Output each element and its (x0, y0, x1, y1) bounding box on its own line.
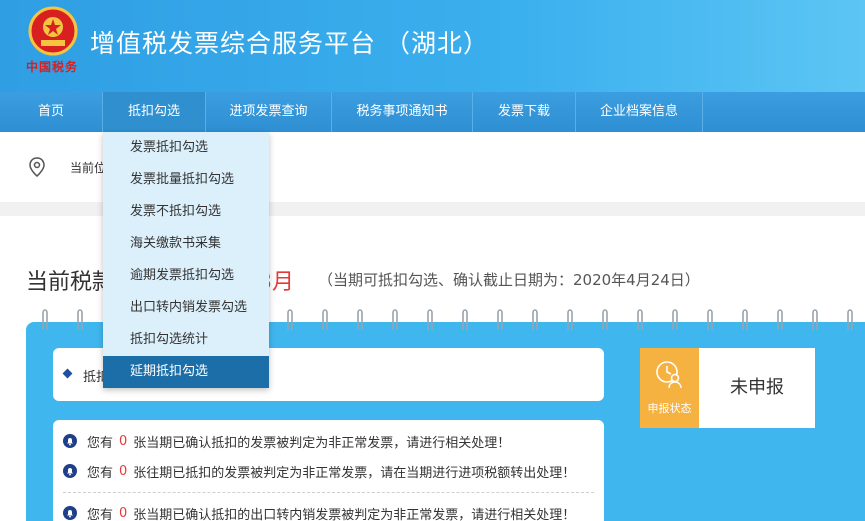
site-header: 中国税务 增值税发票综合服务平台 （湖北） (0, 0, 865, 92)
bell-icon (63, 434, 77, 448)
brand-seal: 中国税务 (26, 60, 79, 74)
nav-item-deduction-selection[interactable]: 抵扣勾选 (103, 92, 206, 132)
warning-list: 您有 0 张当期已确认抵扣的发票被判定为非正常发票，请进行相关处理！ 您有 0 … (53, 420, 604, 521)
binder-ring (567, 309, 573, 330)
binder-ring (322, 309, 328, 330)
status-badge: 申报状态 (640, 348, 699, 428)
warning-message: 张当期已确认抵扣的出口转内销发票被判定为非正常发票，请进行相关处理！ (133, 507, 576, 521)
binder-ring (602, 309, 608, 330)
divider (63, 492, 594, 493)
binder-ring (637, 309, 643, 330)
map-pin-icon (29, 157, 45, 177)
binder-ring (497, 309, 503, 330)
warning-prefix: 您有 (87, 465, 114, 481)
binder-ring (532, 309, 538, 330)
binder-ring (847, 309, 853, 330)
menu-item-batch-deduction[interactable]: 发票批量抵扣勾选 (103, 164, 269, 196)
declaration-status-card: 申报状态 未申报 (640, 348, 815, 428)
menu-item-deferred-deduction[interactable]: 延期抵扣勾选 (103, 356, 269, 388)
menu-item-non-deduction[interactable]: 发票不抵扣勾选 (103, 196, 269, 228)
binder-ring (357, 309, 363, 330)
binder-ring (462, 309, 468, 330)
binder-ring (77, 309, 83, 330)
user-clock-icon (656, 361, 682, 389)
binder-ring (777, 309, 783, 330)
warning-message: 张当期已确认抵扣的发票被判定为非正常发票，请进行相关处理！ (133, 435, 511, 451)
period-title: 当前税款 (26, 270, 115, 295)
breadcrumb-label: 当前位 (70, 161, 107, 175)
warning-message: 张往期已抵扣的发票被判定为非正常发票，请在当期进行进项税额转出处理！ (133, 465, 576, 481)
warning-prefix: 您有 (87, 435, 114, 451)
binder-ring (672, 309, 678, 330)
menu-item-overdue-deduction[interactable]: 逾期发票抵扣勾选 (103, 260, 269, 292)
warning-count: 0 (119, 433, 128, 449)
binder-ring (392, 309, 398, 330)
nav-item-invoice-download[interactable]: 发票下载 (473, 92, 576, 132)
national-tax-emblem-icon (28, 6, 78, 56)
deduction-dropdown-menu: 发票抵扣勾选 发票批量抵扣勾选 发票不抵扣勾选 海关缴款书采集 逾期发票抵扣勾选… (103, 132, 269, 388)
warning-item: 您有 0 张当期已确认抵扣的发票被判定为非正常发票，请进行相关处理！ (63, 430, 510, 452)
menu-item-deduction-statistics[interactable]: 抵扣勾选统计 (103, 324, 269, 356)
warning-count: 0 (119, 505, 128, 521)
binder-ring (812, 309, 818, 330)
warning-prefix: 您有 (87, 507, 114, 521)
binder-ring (287, 309, 293, 330)
warning-count: 0 (119, 463, 128, 479)
nav-item-company-profile[interactable]: 企业档案信息 (576, 92, 703, 132)
status-value: 未申报 (730, 377, 784, 398)
nav-item-tax-notices[interactable]: 税务事项通知书 (332, 92, 473, 132)
main-nav: 首页 抵扣勾选 进项发票查询 税务事项通知书 发票下载 企业档案信息 (0, 92, 865, 132)
bell-icon (63, 506, 77, 520)
status-label: 申报状态 (647, 402, 692, 415)
binder-ring (707, 309, 713, 330)
warning-item: 您有 0 张往期已抵扣的发票被判定为非正常发票，请在当期进行进项税额转出处理！ (63, 460, 575, 482)
warning-item: 您有 0 张当期已确认抵扣的出口转内销发票被判定为非正常发票，请进行相关处理！ (63, 502, 575, 521)
binder-ring (42, 309, 48, 330)
binder-ring (427, 309, 433, 330)
menu-item-invoice-deduction[interactable]: 发票抵扣勾选 (103, 132, 269, 164)
nav-item-home[interactable]: 首页 (0, 92, 103, 132)
menu-item-customs-collection[interactable]: 海关缴款书采集 (103, 228, 269, 260)
period-deadline-note: （当期可抵扣勾选、确认截止日期为：2020年4月24日） (318, 271, 700, 289)
binder-ring (742, 309, 748, 330)
diamond-bullet-icon (62, 368, 73, 379)
bell-icon (63, 464, 77, 478)
menu-item-export-to-domestic[interactable]: 出口转内销发票勾选 (103, 292, 269, 324)
nav-item-input-invoice-query[interactable]: 进项发票查询 (206, 92, 332, 132)
site-title: 增值税发票综合服务平台 （湖北） (90, 29, 489, 58)
